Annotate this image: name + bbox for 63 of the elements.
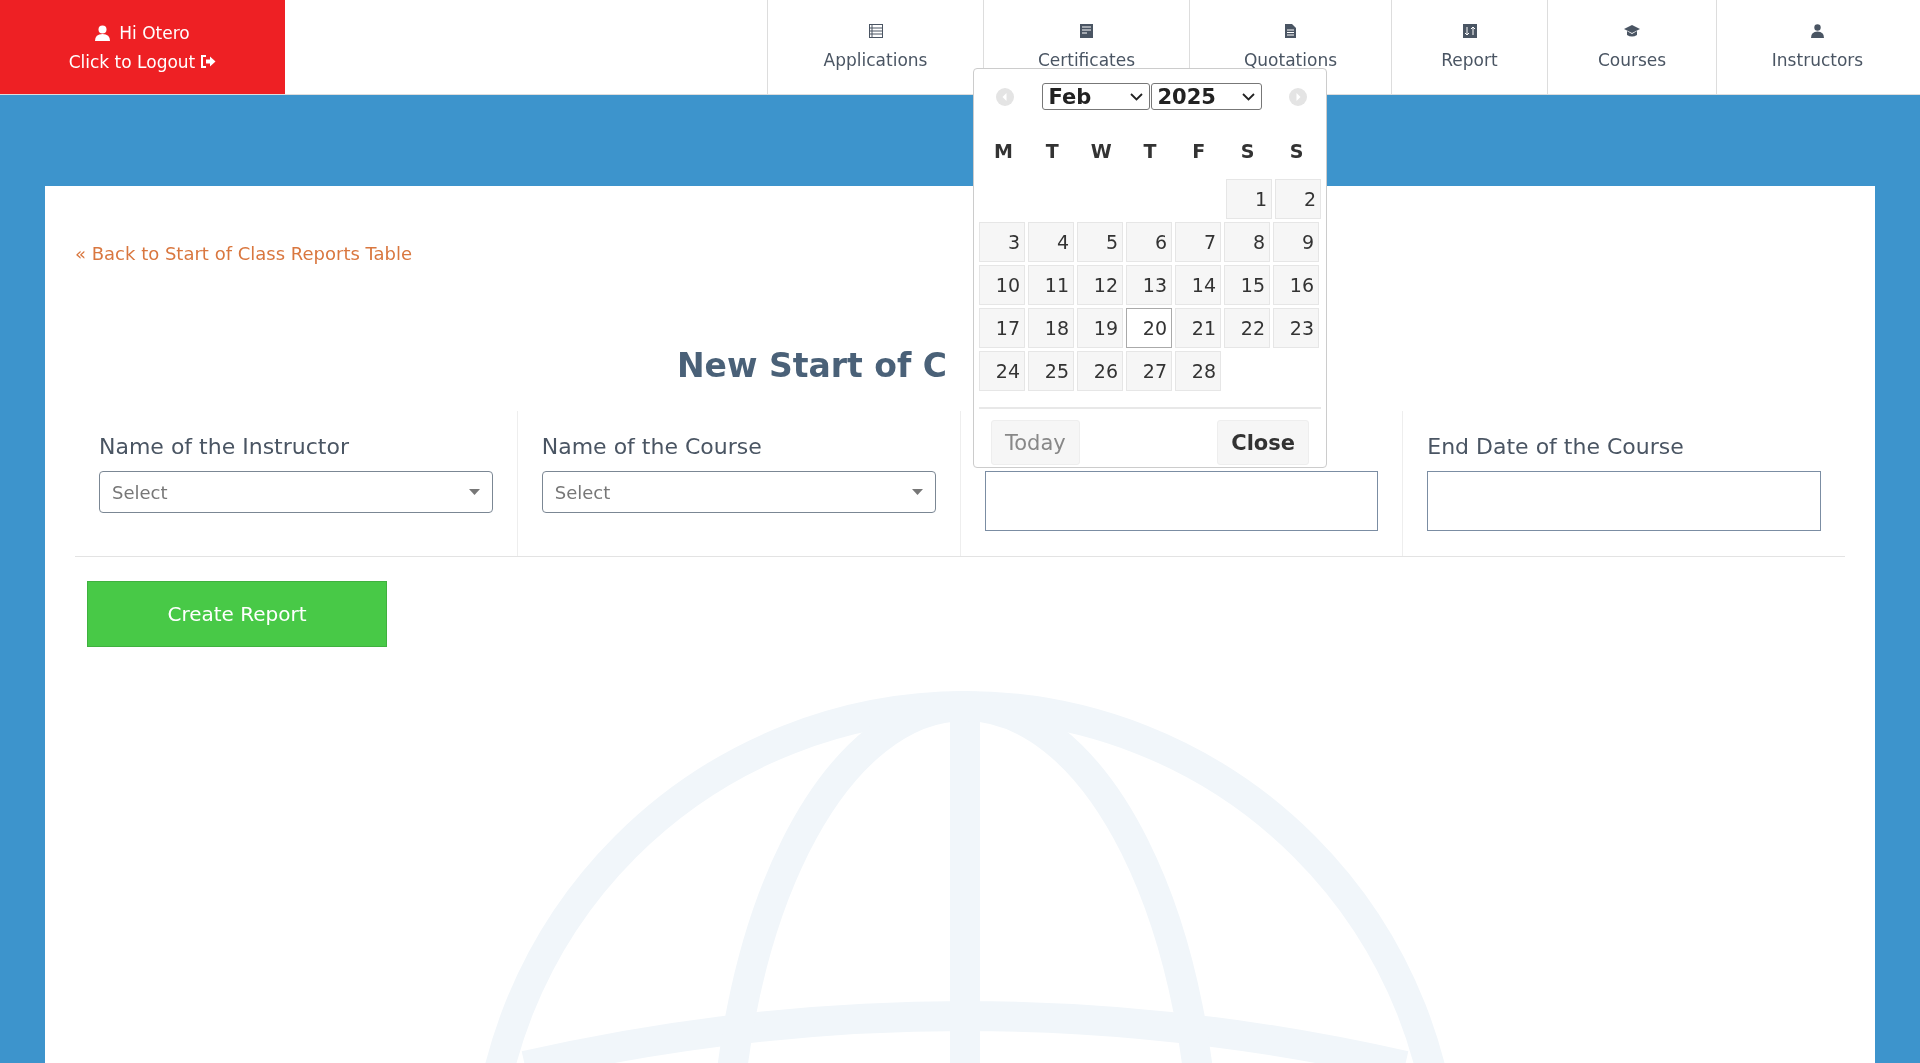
calendar-day[interactable]: 1 [1226, 179, 1272, 219]
calendar-day[interactable]: 10 [979, 265, 1025, 305]
calendar-day[interactable]: 6 [1126, 222, 1172, 262]
calendar-day[interactable]: 20 [1126, 308, 1172, 348]
calendar-day[interactable]: 28 [1175, 351, 1221, 391]
calendar-day[interactable]: 18 [1028, 308, 1074, 348]
document-icon [1285, 24, 1296, 38]
calendar-day[interactable]: 8 [1224, 222, 1270, 262]
greeting-text: Hi Otero [119, 22, 190, 43]
calendar-day[interactable]: 9 [1273, 222, 1319, 262]
calendar-day[interactable]: 24 [979, 351, 1025, 391]
field-label: Name of the Course [541, 434, 763, 461]
calendar-day[interactable]: 25 [1028, 351, 1074, 391]
calendar-day[interactable]: 7 [1175, 222, 1221, 262]
chevron-down-icon [1129, 92, 1143, 101]
sort-chart-icon [1462, 24, 1477, 38]
calendar-day[interactable]: 23 [1273, 308, 1319, 348]
dropdown-arrow-icon [911, 489, 923, 495]
calendar-day[interactable]: 17 [979, 308, 1025, 348]
calendar-day[interactable]: 11 [1028, 265, 1074, 305]
calendar-day[interactable]: 21 [1175, 308, 1221, 348]
date-input-field[interactable] [984, 471, 1379, 531]
weekday-header: S [1288, 140, 1305, 162]
weekday-header: W [1089, 140, 1113, 162]
calendar-day[interactable]: 4 [1028, 222, 1074, 262]
select-dropdown[interactable]: Select [99, 471, 493, 513]
weekday-header: T [1044, 140, 1060, 162]
field-label: End Date of the Course [1427, 434, 1685, 461]
field-label: Name of the Instructor [99, 434, 350, 461]
chevron-down-icon [1241, 92, 1255, 101]
nav-item[interactable]: Report [1391, 0, 1547, 94]
year-select[interactable]: 2025 [1150, 83, 1262, 110]
page-title: New Start of C [677, 346, 948, 385]
month-select[interactable]: Feb [1041, 83, 1150, 110]
calendar-day[interactable]: 27 [1126, 351, 1172, 391]
calendar-day[interactable]: 19 [1077, 308, 1123, 348]
close-button[interactable]: Close [1217, 420, 1309, 465]
calendar-day[interactable]: 22 [1224, 308, 1270, 348]
list-icon [868, 24, 883, 38]
calendar-day[interactable]: 13 [1126, 265, 1172, 305]
user-icon [95, 24, 111, 41]
calendar-day[interactable]: 15 [1224, 265, 1270, 305]
weekday-header: S [1239, 140, 1256, 162]
calendar-day[interactable]: 3 [979, 222, 1025, 262]
logout-link[interactable]: Click to Logout [68, 51, 217, 72]
nav-item[interactable]: Courses [1547, 0, 1716, 94]
calendar-day[interactable]: 26 [1077, 351, 1123, 391]
weekday-header: M [992, 140, 1014, 162]
calendar-day[interactable]: 5 [1077, 222, 1123, 262]
calendar-day[interactable]: 14 [1175, 265, 1221, 305]
graduation-cap-icon [1624, 24, 1640, 38]
date-input-field[interactable] [1427, 471, 1821, 531]
weekday-header: F [1191, 140, 1207, 162]
logout-icon [201, 55, 217, 68]
nav-item[interactable]: Instructors [1716, 0, 1918, 94]
calendar-day[interactable]: 12 [1077, 265, 1123, 305]
select-dropdown[interactable]: Select [541, 471, 936, 513]
dropdown-arrow-icon [468, 489, 480, 495]
weekday-header: T [1142, 140, 1158, 162]
document-edit-icon [1079, 24, 1094, 38]
calendar-day[interactable]: 16 [1273, 265, 1319, 305]
users-icon [1811, 24, 1824, 38]
calendar-day[interactable]: 2 [1275, 179, 1321, 219]
